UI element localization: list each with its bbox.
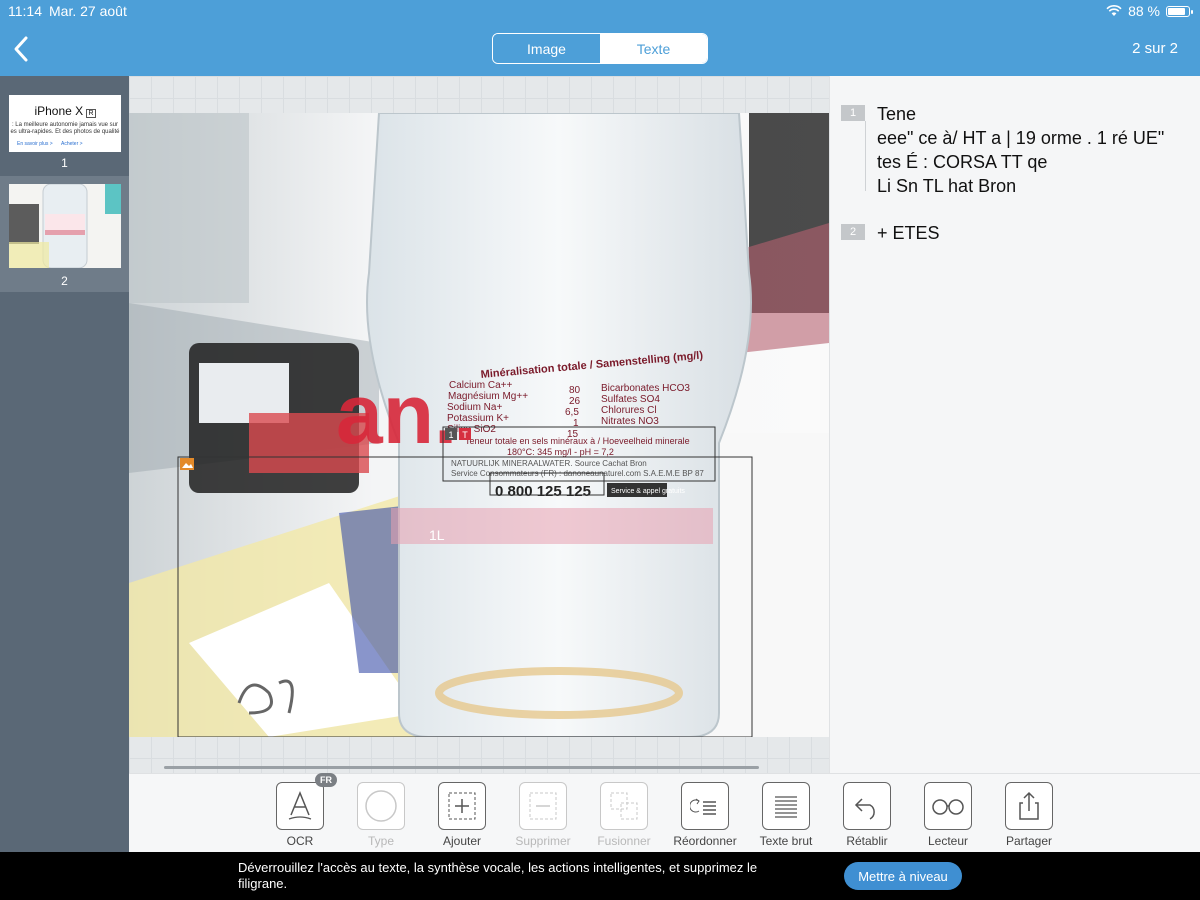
label-mineral-anion: Chlorures Cl xyxy=(601,405,657,416)
back-chevron-icon[interactable] xyxy=(8,34,34,64)
status-time: 11:14 xyxy=(8,3,42,19)
page-thumbnail-sidebar: iPhone X R : La meilleure autonomie jama… xyxy=(0,76,129,852)
bottle-photo-thumbnail xyxy=(9,184,121,268)
bottom-toolbar: FR OCR Type Ajouter Supprimer Fusionner … xyxy=(129,773,1200,852)
type-label: Type xyxy=(367,834,394,848)
ocr-text-line[interactable]: + ETES xyxy=(877,223,940,244)
undo-label: Rétablir xyxy=(846,834,888,848)
ocr-text-line[interactable]: eee" ce à/ HT a | 19 orme . 1 ré UE" xyxy=(877,128,1164,149)
plain-text-icon xyxy=(762,782,810,830)
reader-label: Lecteur xyxy=(927,834,969,848)
label-mineral-anion: Bicarbonates HCO3 xyxy=(601,383,690,394)
page-counter: 2 sur 2 xyxy=(1132,40,1178,57)
reorder-label: Réordonner xyxy=(673,834,737,848)
undo-button[interactable]: Rétablir xyxy=(832,782,902,848)
status-date: Mar. 27 août xyxy=(49,3,127,19)
reader-button[interactable]: Lecteur xyxy=(913,782,983,848)
bottle-photo: an. 1L Minéralisation totale / Samenstel… xyxy=(129,113,829,737)
delete-label: Supprimer xyxy=(515,834,571,848)
label-line: 180°C: 345 mg/l - pH = 7,2 xyxy=(507,447,614,457)
share-label: Partager xyxy=(1005,834,1053,848)
label-mineral-name: Potassium K+ xyxy=(447,413,509,424)
label-mineral-name: Sodium Na+ xyxy=(447,402,502,413)
horizontal-scrollbar[interactable] xyxy=(164,766,759,769)
add-box-icon xyxy=(438,782,486,830)
ocr-region-type: T xyxy=(462,430,468,440)
thumbnail-image xyxy=(9,184,121,268)
share-icon xyxy=(1005,782,1053,830)
circle-icon xyxy=(357,782,405,830)
ocr-button[interactable]: FR OCR xyxy=(265,773,337,848)
label-mineral-value: 6,5 xyxy=(565,407,579,418)
add-label: Ajouter xyxy=(442,834,482,848)
share-button[interactable]: Partager xyxy=(994,782,1064,848)
type-button[interactable]: Type xyxy=(346,782,416,848)
reorder-icon xyxy=(681,782,729,830)
image-canvas[interactable]: an. 1L Minéralisation totale / Samenstel… xyxy=(129,76,829,773)
label-mineral-anion: Sulfates SO4 xyxy=(601,394,660,405)
upgrade-button[interactable]: Mettre à niveau xyxy=(844,862,962,890)
label-mineral-value: 26 xyxy=(569,396,581,407)
undo-icon xyxy=(843,782,891,830)
wifi-icon xyxy=(1106,5,1122,16)
add-button[interactable]: Ajouter xyxy=(427,782,497,848)
label-mineral-name: Magnésium Mg++ xyxy=(448,391,528,402)
ocr-text-line[interactable]: Tene xyxy=(877,104,916,125)
label-line: NATUURLIJK MINERAALWATER. Source Cachat … xyxy=(451,459,647,468)
label-mineral-value: 80 xyxy=(569,385,581,396)
ocr-text-pane: 1 Tene eee" ce à/ HT a | 19 orme . 1 ré … xyxy=(829,76,1200,773)
thumbnail-number: 2 xyxy=(61,274,68,288)
thumbnail-text-line: es ultra-rapides. Et des photos de quali… xyxy=(10,129,120,135)
merge-icon xyxy=(600,782,648,830)
thumbnail-text-line: : La meilleure autonomie jamais vue sur xyxy=(11,122,119,128)
reorder-button[interactable]: Réordonner xyxy=(670,782,740,848)
label-line: Teneur totale en sels minéraux à / Hoeve… xyxy=(465,436,690,446)
ocr-icon: FR xyxy=(276,773,337,830)
label-mineral-anion: Nitrates NO3 xyxy=(601,416,659,427)
status-indicators: 88 % xyxy=(1106,3,1193,19)
thumbnail-number: 1 xyxy=(61,156,68,170)
ocr-block-bar xyxy=(865,121,866,191)
top-bar: 11:14 Mar. 27 août 88 % Image Texte 2 su… xyxy=(0,0,1200,76)
language-badge: FR xyxy=(315,773,337,787)
document-photo: an. 1L Minéralisation totale / Samenstel… xyxy=(129,113,829,737)
delete-button[interactable]: Supprimer xyxy=(508,782,578,848)
thumbnail-link: Acheter > xyxy=(61,141,83,147)
label-mineral-name: Calcium Ca++ xyxy=(449,380,513,391)
segment-texte[interactable]: Texte xyxy=(600,34,707,63)
ocr-region-number: 1 xyxy=(448,430,453,440)
bottle-volume: 1L xyxy=(429,527,445,543)
ocr-block-number: 2 xyxy=(841,224,865,240)
brand-fragment: an. xyxy=(336,367,457,461)
service-phone-tag: Service & appel gratuits xyxy=(611,488,685,495)
segment-image[interactable]: Image xyxy=(493,34,600,63)
plain-text-button[interactable]: Texte brut xyxy=(751,782,821,848)
merge-label: Fusionner xyxy=(597,834,651,848)
ocr-text-line[interactable]: tes É : CORSA TT qe xyxy=(877,152,1047,173)
thumbnail-heading: iPhone X R xyxy=(34,104,96,118)
thumbnail-page-1[interactable]: iPhone X R : La meilleure autonomie jama… xyxy=(0,76,129,176)
ocr-text-line[interactable]: Li Sn TL hat Bron xyxy=(877,176,1016,197)
ocr-block-number: 1 xyxy=(841,105,865,121)
merge-button[interactable]: Fusionner xyxy=(589,782,659,848)
upgrade-banner-text: Déverrouillez l'accès au texte, la synth… xyxy=(238,860,758,891)
view-mode-segmented-control: Image Texte xyxy=(492,33,708,64)
upgrade-banner: Déverrouillez l'accès au texte, la synth… xyxy=(0,852,1200,900)
battery-icon xyxy=(1166,5,1193,17)
remove-box-icon xyxy=(519,782,567,830)
battery-percent: 88 % xyxy=(1128,3,1160,19)
ocr-label: OCR xyxy=(286,834,314,848)
glasses-icon xyxy=(924,782,972,830)
plain-text-label: Texte brut xyxy=(759,834,813,848)
thumbnail-image: iPhone X R : La meilleure autonomie jama… xyxy=(9,95,121,152)
thumbnail-link: En savoir plus > xyxy=(17,141,53,147)
thumbnail-page-2[interactable]: 2 xyxy=(0,176,129,292)
service-phone-number: 0 800 125 125 xyxy=(495,483,591,500)
